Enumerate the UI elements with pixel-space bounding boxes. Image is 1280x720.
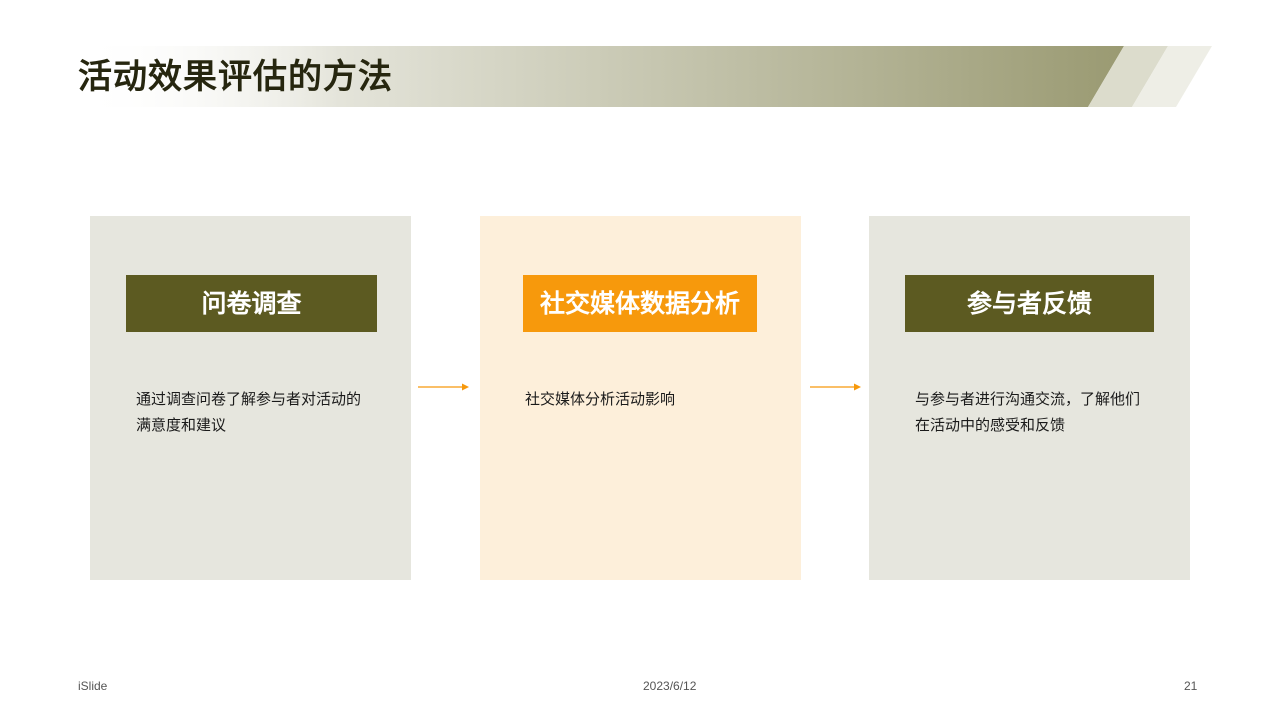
method-card-social-media: 社交媒体数据分析 社交媒体分析活动影响 [480,216,801,580]
card-description-line: 满意度和建议 [136,416,227,434]
footer-date: 2023/6/12 [643,679,697,693]
card-title: 社交媒体数据分析 [523,275,757,332]
card-description: 与参与者进行沟通交流，了解他们 在活动中的感受和反馈 [915,386,1177,438]
method-card-survey: 问卷调查 通过调查问卷了解参与者对活动的 满意度和建议 [90,216,411,580]
slide-number: 21 [1184,679,1198,693]
card-description: 社交媒体分析活动影响 [525,386,785,412]
card-description-line: 与参与者进行沟通交流，了解他们 [915,390,1141,408]
method-card-participant-feedback: 参与者反馈 与参与者进行沟通交流，了解他们 在活动中的感受和反馈 [869,216,1190,580]
card-title: 问卷调查 [126,275,377,332]
arrow-right-icon [418,377,470,391]
card-description-line: 在活动中的感受和反馈 [915,416,1066,434]
footer-brand: iSlide [78,679,108,693]
card-description-line: 通过调查问卷了解参与者对活动的 [136,390,362,408]
card-description-line: 社交媒体分析活动影响 [525,390,676,408]
arrow-right-icon [810,377,862,391]
page-title: 活动效果评估的方法 [78,57,393,97]
card-title: 参与者反馈 [905,275,1154,332]
card-description: 通过调查问卷了解参与者对活动的 满意度和建议 [136,386,396,438]
